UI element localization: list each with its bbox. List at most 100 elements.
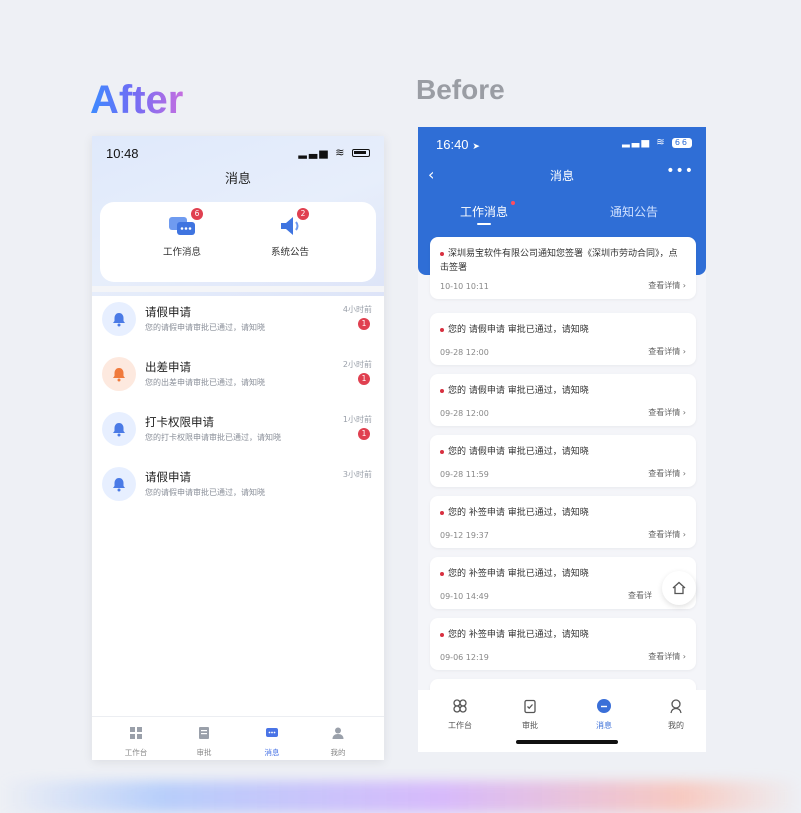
tab-label: 工作台 <box>124 748 148 757</box>
view-detail-link[interactable]: 查看详情 › <box>648 280 686 291</box>
list-item[interactable]: 出差申请 您的出差申请审批已通过，请知晓 2小时前 1 <box>92 351 384 406</box>
more-icon[interactable]: ••• <box>666 163 694 179</box>
message-card[interactable]: 您的 请假申请 审批已通过，请知晓 09-28 12:00 查看详情 › <box>430 374 696 426</box>
view-detail-link[interactable]: 查看详情 › <box>648 346 686 357</box>
message-date: 10-10 10:11 <box>440 282 489 291</box>
list-item[interactable]: 请假申请 您的请假申请审批已通过，请知晓 4小时前 1 <box>92 296 384 351</box>
list-item[interactable]: 请假申请 您的请假申请审批已通过，请知晓 3小时前 <box>92 461 384 516</box>
status-time: 10:48 <box>106 146 139 161</box>
unread-badge: 1 <box>358 373 370 385</box>
chevron-right-icon: › <box>682 469 686 478</box>
list-item[interactable]: 打卡权限申请 您的打卡权限申请审批已通过，请知晓 1小时前 1 <box>92 406 384 461</box>
chevron-right-icon: › <box>682 408 686 417</box>
view-detail-link[interactable]: 查看详情 › <box>648 651 686 662</box>
status-time: 16:40 <box>436 137 469 152</box>
tab-label: 消息 <box>596 721 612 730</box>
message-time: 4小时前 <box>342 305 372 314</box>
document-icon <box>199 727 209 739</box>
tab-approval[interactable]: 审批 <box>174 725 234 758</box>
message-text: 您的 请假申请 审批已通过，请知晓 <box>448 325 589 335</box>
tab-label: 系统公告 <box>270 247 309 258</box>
user-icon <box>670 699 682 714</box>
message-card[interactable]: 您的 补签申请 审批已通过，请知晓 09-06 12:19 查看详情 › <box>430 618 696 670</box>
message-text: 您的 请假申请 审批已通过，请知晓 <box>448 447 589 457</box>
bell-icon <box>102 357 136 391</box>
before-status-bar: 16:40 ➤ ▂▃▅ ≋ 66 <box>436 137 692 153</box>
bell-icon <box>102 412 136 446</box>
status-icons: ▂▃▅ ≋ <box>298 146 370 159</box>
tab-label: 审批 <box>522 721 538 730</box>
tab-mine[interactable]: 我的 <box>308 725 368 758</box>
tab-system-announcements[interactable]: 2 系统公告 <box>250 208 330 258</box>
tab-label: 我的 <box>668 721 684 730</box>
message-desc: 您的出差申请审批已通过，请知晓 <box>145 378 265 387</box>
message-card[interactable]: 您的 补签申请 审批已通过，请知晓 09-10 14:49 查看详 <box>430 557 696 609</box>
after-tab-bar: 工作台 审批 消息 我的 <box>92 716 384 760</box>
unread-dot <box>440 449 444 454</box>
cluster-icon <box>453 699 467 713</box>
before-phone-screen: 16:40 ➤ ▂▃▅ ≋ 66 ‹ 消息 ••• 工作消息 通知公告 深圳易宝… <box>418 127 706 752</box>
message-desc: 您的打卡权限申请审批已通过，请知晓 <box>145 433 281 442</box>
before-heading: Before <box>416 74 505 105</box>
message-card[interactable]: 您的 请假申请 审批已通过，请知晓 09-28 12:00 查看详情 › <box>430 313 696 365</box>
message-time: 3小时前 <box>342 470 372 479</box>
tab-label: 消息 <box>264 748 280 757</box>
home-indicator <box>516 740 618 744</box>
tab-label: 我的 <box>330 748 346 757</box>
tab-announcements[interactable]: 通知公告 <box>610 203 658 220</box>
unread-dot <box>440 251 444 256</box>
wifi-icon: ≋ <box>656 137 667 148</box>
message-title: 请假申请 <box>145 305 191 319</box>
tab-label: 工作消息 <box>460 205 509 219</box>
message-date: 09-28 12:00 <box>440 348 489 357</box>
message-card[interactable]: 您的 补签申请 审批已通过，请知晓 09-12 19:37 查看详情 › <box>430 496 696 548</box>
after-phone-screen: 10:48 ▂▃▅ ≋ 消息 6 工作消息 2 系统公告 请假申请 您的请假申请… <box>92 136 384 760</box>
message-text: 您的 补签申请 审批已通过，请知晓 <box>448 508 589 518</box>
message-time: 2小时前 <box>342 360 372 369</box>
view-detail-link[interactable]: 查看详情 › <box>648 529 686 540</box>
signal-icon: ▂▃▅ <box>298 146 330 159</box>
work-messages-badge: 6 <box>191 208 203 220</box>
bottom-gradient-glow <box>0 781 801 813</box>
tab-work-messages[interactable]: 工作消息 <box>460 201 516 225</box>
message-title: 出差申请 <box>145 360 191 374</box>
page-title: 消息 <box>224 172 251 187</box>
signal-icon: ▂▃▅ <box>621 137 652 148</box>
message-date: 09-12 19:37 <box>440 531 489 540</box>
view-detail-link[interactable]: 查看详情 › <box>648 407 686 418</box>
message-time: 1小时前 <box>342 415 372 424</box>
message-date: 09-10 14:49 <box>440 592 489 601</box>
message-card[interactable]: 深圳易宝软件有限公司通知您签署《深圳市劳动合同》，点击签署 10-10 10:1… <box>430 237 696 299</box>
system-announcements-badge: 2 <box>297 208 309 220</box>
tab-workbench[interactable]: 工作台 <box>106 725 166 758</box>
message-card[interactable]: 您的 请假申请 审批已通过，请知晓 09-28 11:59 查看详情 › <box>430 435 696 487</box>
user-icon <box>332 727 344 739</box>
location-arrow-icon: ➤ <box>472 142 480 152</box>
unread-dot <box>440 632 444 637</box>
tab-messages[interactable]: 消息 <box>576 698 632 731</box>
message-icon <box>597 699 611 713</box>
status-icons: ▂▃▅ ≋ 66 <box>622 137 692 148</box>
view-detail-link[interactable]: 查看详 <box>628 590 652 601</box>
unread-dot <box>511 201 516 205</box>
unread-dot <box>440 327 444 332</box>
message-icon <box>266 728 278 737</box>
message-text: 您的 补签申请 审批已通过，请知晓 <box>448 630 589 640</box>
home-float-button[interactable] <box>662 571 696 605</box>
battery-icon: 66 <box>671 138 692 148</box>
page-title: 消息 <box>549 169 574 183</box>
view-detail-link[interactable]: 查看详情 › <box>648 468 686 479</box>
tab-messages[interactable]: 消息 <box>242 725 302 758</box>
tab-work-messages[interactable]: 6 工作消息 <box>142 208 222 258</box>
tab-label: 审批 <box>196 748 212 757</box>
before-nav-bar: ‹ 消息 ••• <box>418 163 706 185</box>
tab-label: 通知公告 <box>610 205 659 219</box>
speaker-icon: 2 <box>275 208 309 238</box>
tab-approval[interactable]: 审批 <box>502 698 558 731</box>
tab-mine[interactable]: 我的 <box>648 698 704 731</box>
bell-icon <box>102 302 136 336</box>
tab-workbench[interactable]: 工作台 <box>432 698 488 731</box>
section-divider <box>92 286 384 292</box>
message-text: 深圳易宝软件有限公司通知您签署《深圳市劳动合同》，点击签署 <box>440 249 678 273</box>
after-heading: After <box>90 78 184 122</box>
